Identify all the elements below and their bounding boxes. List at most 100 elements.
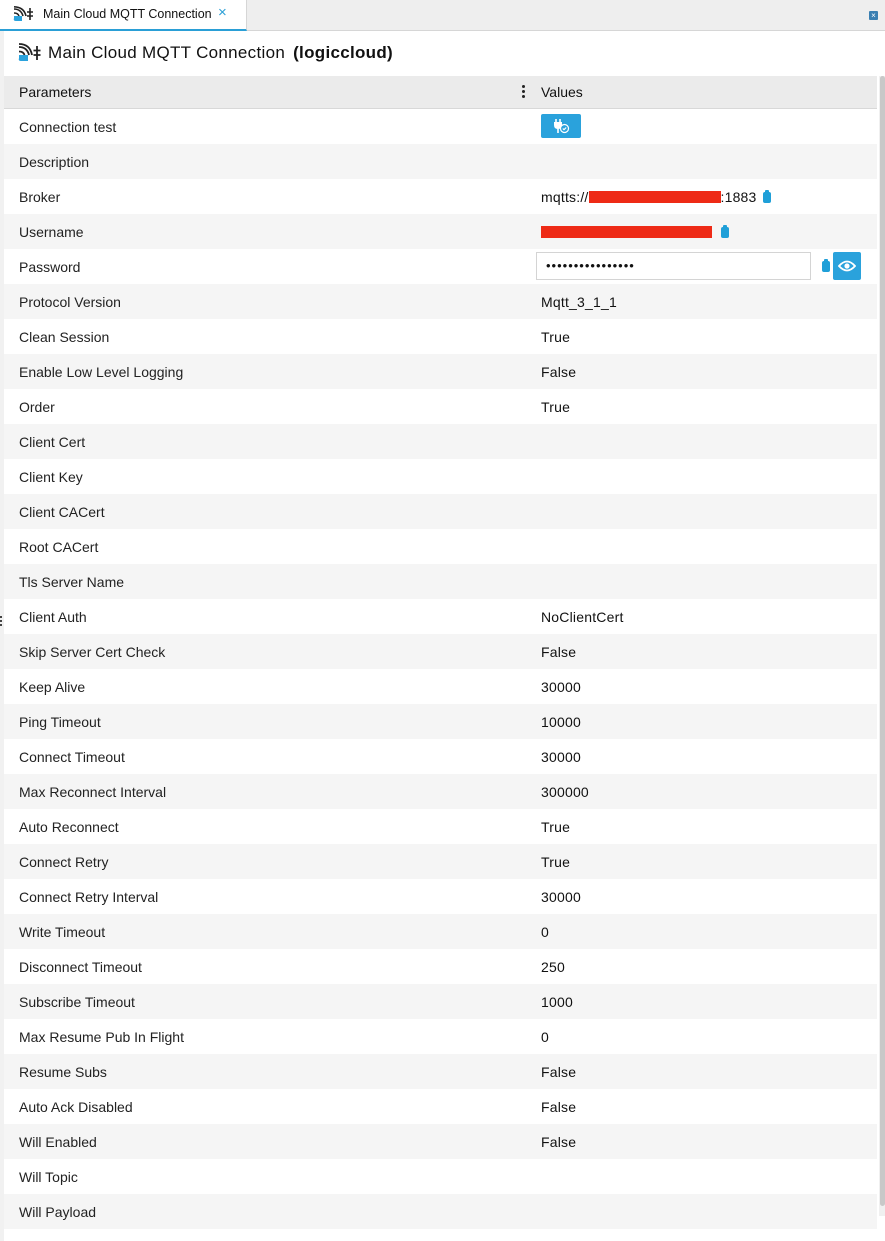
vertical-scrollbar[interactable] xyxy=(879,76,885,1216)
table-row: Description xyxy=(4,144,877,179)
parameters-table: Parameters Values Connection test Descri… xyxy=(4,76,877,1229)
param-label: Root CACert xyxy=(19,539,99,555)
param-value[interactable]: 10000 xyxy=(541,714,581,730)
show-password-button[interactable] xyxy=(833,252,861,280)
table-row: Username xyxy=(4,214,877,249)
table-row: Broker mqtts:// :1883 xyxy=(4,179,877,214)
param-label: Will Topic xyxy=(19,1169,78,1185)
table-row: Subscribe Timeout 1000 xyxy=(4,984,877,1019)
param-value[interactable]: True xyxy=(541,399,570,415)
connection-panel: Main Cloud MQTT Connection (logiccloud) P… xyxy=(4,31,885,1241)
tab-label: Main Cloud MQTT Connection xyxy=(43,7,212,21)
param-value[interactable]: 30000 xyxy=(541,679,581,695)
param-value[interactable]: False xyxy=(541,1064,576,1080)
table-row: Resume Subs False xyxy=(4,1054,877,1089)
clipboard-icon[interactable] xyxy=(721,225,729,238)
table-row: Max Resume Pub In Flight 0 xyxy=(4,1019,877,1054)
mqtt-connection-icon xyxy=(18,43,44,63)
param-label: Write Timeout xyxy=(19,924,106,940)
param-value[interactable]: False xyxy=(541,644,576,660)
table-row: Auto Ack Disabled False xyxy=(4,1089,877,1124)
panel-close-icon[interactable]: × xyxy=(869,11,878,20)
table-row: Tls Server Name xyxy=(4,564,877,599)
password-field[interactable]: •••••••••••••••• xyxy=(536,252,811,280)
eye-icon xyxy=(838,260,856,272)
column-header-values[interactable]: Values xyxy=(541,84,583,100)
param-label: Connection test xyxy=(19,119,117,135)
table-row: Client CACert xyxy=(4,494,877,529)
broker-port: :1883 xyxy=(720,189,757,205)
mqtt-connection-icon xyxy=(13,6,33,22)
param-label: Broker xyxy=(19,189,61,205)
param-value[interactable]: NoClientCert xyxy=(541,609,624,625)
param-value[interactable]: False xyxy=(541,1134,576,1150)
param-label: Max Resume Pub In Flight xyxy=(19,1029,184,1045)
param-value[interactable]: False xyxy=(541,1099,576,1115)
kebab-menu-icon[interactable] xyxy=(520,84,526,100)
page-subtitle: (logiccloud) xyxy=(293,43,394,62)
param-label: Resume Subs xyxy=(19,1064,107,1080)
table-row: Order True xyxy=(4,389,877,424)
param-label: Disconnect Timeout xyxy=(19,959,142,975)
param-label: Will Enabled xyxy=(19,1134,97,1150)
clipboard-icon[interactable] xyxy=(762,190,771,203)
param-label: Enable Low Level Logging xyxy=(19,364,184,380)
table-row: Skip Server Cert Check False xyxy=(4,634,877,669)
param-label: Username xyxy=(19,224,84,240)
table-header: Parameters Values xyxy=(4,76,877,109)
param-value[interactable]: 30000 xyxy=(541,889,581,905)
param-label: Description xyxy=(19,154,90,170)
resize-grip-icon[interactable] xyxy=(0,616,2,628)
broker-prefix: mqtts:// xyxy=(541,189,589,205)
param-value[interactable]: True xyxy=(541,854,570,870)
table-body: Connection test Description Broker mqtts… xyxy=(4,109,877,1229)
table-row: Protocol Version Mqtt_3_1_1 xyxy=(4,284,877,319)
table-row: Password •••••••••••••••• xyxy=(4,249,877,284)
panel-header: Main Cloud MQTT Connection (logiccloud) xyxy=(4,31,885,76)
tab-bar: Main Cloud MQTT Connection × × xyxy=(0,0,885,31)
param-label: Tls Server Name xyxy=(19,574,125,590)
table-row: Auto Reconnect True xyxy=(4,809,877,844)
param-label: Connect Retry Interval xyxy=(19,889,159,905)
table-row: Connect Timeout 30000 xyxy=(4,739,877,774)
param-label: Order xyxy=(19,399,55,415)
param-value[interactable]: 0 xyxy=(541,924,549,940)
table-row: Disconnect Timeout 250 xyxy=(4,949,877,984)
param-value[interactable]: True xyxy=(541,329,570,345)
table-row: Clean Session True xyxy=(4,319,877,354)
table-row: Will Payload xyxy=(4,1194,877,1229)
column-header-parameters[interactable]: Parameters xyxy=(19,84,91,100)
param-value[interactable]: Mqtt_3_1_1 xyxy=(541,294,617,310)
connection-test-button[interactable] xyxy=(541,114,581,138)
param-label: Subscribe Timeout xyxy=(19,994,135,1010)
param-value[interactable]: 1000 xyxy=(541,994,573,1010)
table-row: Client Auth NoClientCert xyxy=(4,599,877,634)
table-row: Write Timeout 0 xyxy=(4,914,877,949)
param-value[interactable]: True xyxy=(541,819,570,835)
table-row: Client Cert xyxy=(4,424,877,459)
broker-value[interactable]: mqtts:// :1883 xyxy=(541,189,771,205)
param-value[interactable]: 30000 xyxy=(541,749,581,765)
table-row: Will Topic xyxy=(4,1159,877,1194)
table-row: Client Key xyxy=(4,459,877,494)
table-row: Max Reconnect Interval 300000 xyxy=(4,774,877,809)
param-label: Protocol Version xyxy=(19,294,121,310)
param-value[interactable]: False xyxy=(541,364,576,380)
close-icon[interactable]: × xyxy=(218,4,227,21)
param-label: Max Reconnect Interval xyxy=(19,784,167,800)
clipboard-icon[interactable] xyxy=(822,259,830,272)
username-value[interactable] xyxy=(541,224,729,240)
table-row: Keep Alive 30000 xyxy=(4,669,877,704)
password-mask: •••••••••••••••• xyxy=(546,258,635,273)
table-row: Connection test xyxy=(4,109,877,144)
param-label: Auto Ack Disabled xyxy=(19,1099,133,1115)
param-value[interactable]: 0 xyxy=(541,1029,549,1045)
table-row: Enable Low Level Logging False xyxy=(4,354,877,389)
param-label: Password xyxy=(19,259,81,275)
param-value[interactable]: 300000 xyxy=(541,784,589,800)
param-value[interactable]: 250 xyxy=(541,959,565,975)
table-row: Root CACert xyxy=(4,529,877,564)
param-label: Keep Alive xyxy=(19,679,86,695)
scrollbar-thumb[interactable] xyxy=(880,76,885,1206)
tab-main-cloud-mqtt-connection[interactable]: Main Cloud MQTT Connection × xyxy=(0,0,247,31)
